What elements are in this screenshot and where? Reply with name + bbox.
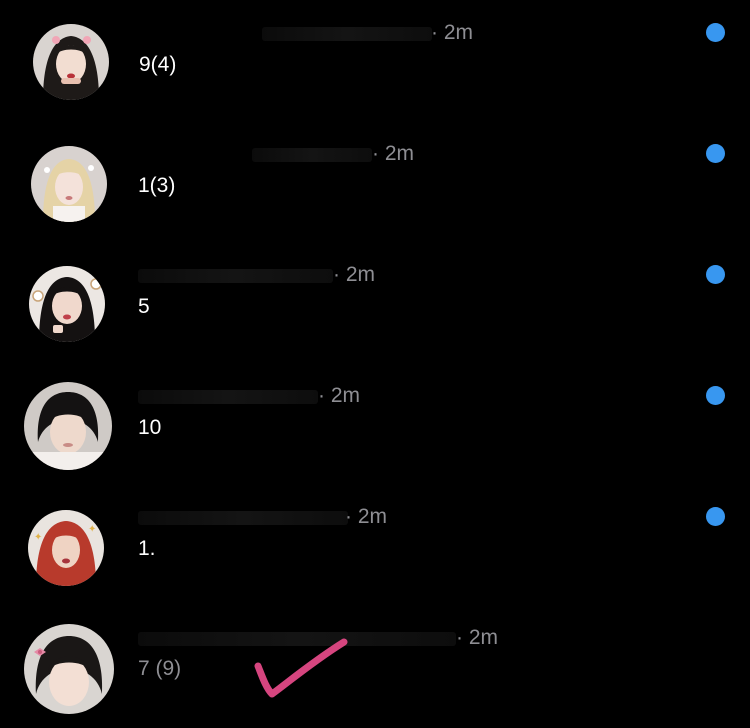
message-preview: 1. <box>138 537 156 560</box>
message-preview: 9(4) <box>139 53 177 76</box>
conversation-row[interactable]: · 2m 5 <box>0 242 750 363</box>
unread-dot-icon <box>706 23 725 42</box>
sender-name-redacted <box>138 506 348 528</box>
unread-dot-icon <box>706 386 725 405</box>
timestamp: · 2m <box>345 505 387 528</box>
svg-text:✦: ✦ <box>34 532 42 543</box>
sender-name-redacted <box>262 22 432 44</box>
unread-dot-icon <box>706 265 725 284</box>
timestamp: · 2m <box>318 384 360 407</box>
conversation-row[interactable]: · 2m 7 (9) <box>0 605 750 726</box>
avatar[interactable] <box>24 382 112 470</box>
avatar[interactable] <box>24 624 114 714</box>
sender-name-redacted <box>138 385 318 407</box>
avatar[interactable] <box>31 146 107 222</box>
sender-name-redacted <box>252 143 372 165</box>
unread-dot-icon <box>706 144 725 163</box>
sender-name-redacted <box>138 627 456 649</box>
message-preview: 10 <box>138 416 162 439</box>
avatar[interactable]: ✦ ✦ <box>28 510 104 586</box>
timestamp: · 2m <box>333 263 375 286</box>
message-preview: 1(3) <box>138 174 176 197</box>
timestamp: · 2m <box>372 142 414 165</box>
avatar[interactable] <box>29 266 105 342</box>
svg-text:✦: ✦ <box>88 524 96 535</box>
conversation-list: · 2m 9(4) · 2m 1(3) · 2m 5 · 2m 10 ✦ ✦ ·… <box>0 0 750 728</box>
unread-dot-icon <box>706 507 725 526</box>
timestamp: · 2m <box>456 626 498 649</box>
conversation-row[interactable]: ✦ ✦ · 2m 1. <box>0 484 750 605</box>
timestamp: · 2m <box>431 21 473 44</box>
message-preview: 7 (9) <box>138 657 182 680</box>
sender-name-redacted <box>138 264 333 286</box>
avatar[interactable] <box>33 24 109 100</box>
conversation-row[interactable]: · 2m 10 <box>0 363 750 484</box>
message-preview: 5 <box>138 295 150 318</box>
conversation-row[interactable]: · 2m 1(3) <box>0 121 750 242</box>
conversation-row[interactable]: · 2m 9(4) <box>0 0 750 121</box>
